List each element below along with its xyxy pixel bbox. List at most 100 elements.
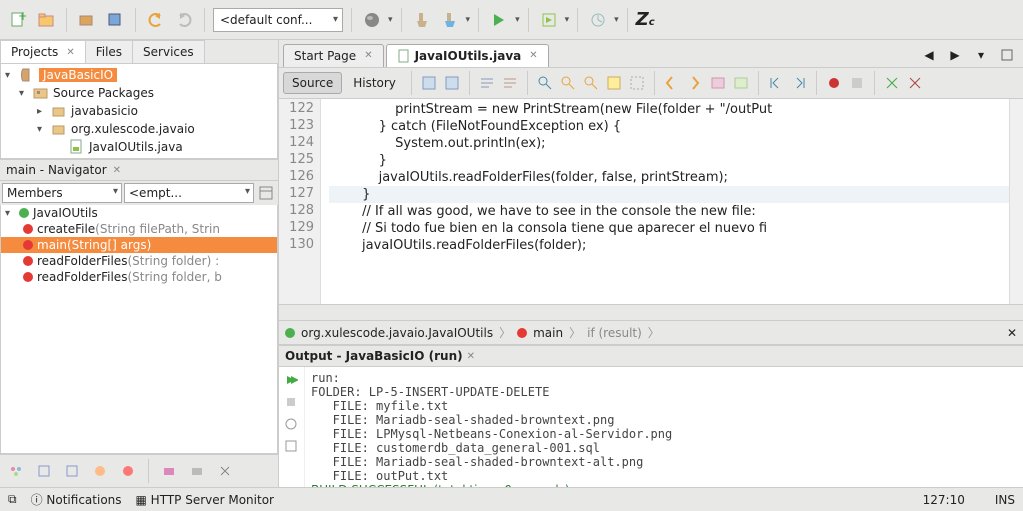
projects-tabs: Projects✕ Files Services: [0, 40, 278, 64]
package-node-2[interactable]: ▾org.xulescode.javaio: [1, 120, 277, 138]
stop-icon[interactable]: [281, 393, 301, 411]
breadcrumb-inner[interactable]: if (result): [587, 326, 642, 340]
config-combo[interactable]: <default conf...: [213, 8, 343, 32]
close-icon[interactable]: ✕: [1007, 326, 1017, 340]
cursor-position: 127:10: [923, 493, 965, 507]
source-button[interactable]: Source: [283, 72, 342, 94]
uncomment-icon[interactable]: [905, 73, 925, 93]
toolbar-icon[interactable]: [500, 73, 520, 93]
close-icon[interactable]: ✕: [467, 351, 475, 362]
toolbar-icon[interactable]: [627, 73, 647, 93]
debug-icon[interactable]: [537, 8, 561, 32]
editor-tabs: Start Page✕ JavaIOUtils.java✕ ◀ ▶ ▾: [279, 40, 1023, 68]
undo-icon[interactable]: [144, 8, 168, 32]
editor-column: Start Page✕ JavaIOUtils.java✕ ◀ ▶ ▾ Sour…: [278, 40, 1023, 487]
filter-icon[interactable]: [4, 459, 28, 483]
tab-java-file[interactable]: JavaIOUtils.java✕: [386, 44, 549, 67]
tab-list-icon[interactable]: ▾: [969, 43, 993, 67]
globe-icon[interactable]: [360, 8, 384, 32]
maximize-icon[interactable]: [995, 43, 1019, 67]
tab-projects[interactable]: Projects✕: [0, 40, 86, 63]
filter-icon[interactable]: [157, 459, 181, 483]
code-editor[interactable]: 122123124125126127128129130 printStream …: [279, 99, 1023, 304]
source-packages-node[interactable]: ▾Source Packages: [1, 84, 277, 102]
task-icon[interactable]: ⧉: [8, 492, 17, 507]
horizontal-scrollbar[interactable]: [279, 304, 1023, 320]
macro-record-icon[interactable]: [824, 73, 844, 93]
find-prev-icon[interactable]: [558, 73, 578, 93]
project-node[interactable]: ▾JavaBasicIO: [1, 66, 277, 84]
redo-icon[interactable]: [172, 8, 196, 32]
nav-method[interactable]: createFile(String filePath, Strin: [1, 221, 277, 237]
shift-left-icon[interactable]: [766, 73, 786, 93]
nav-forward-icon[interactable]: [685, 73, 705, 93]
open-icon[interactable]: [75, 8, 99, 32]
new-project-icon[interactable]: [34, 8, 58, 32]
output-text[interactable]: run: FOLDER: LP-5-INSERT-UPDATE-DELETE F…: [305, 367, 1023, 487]
left-sidebar: Projects✕ Files Services ▾JavaBasicIO ▾S…: [0, 40, 278, 487]
filter-icon[interactable]: [88, 459, 112, 483]
filter-icon[interactable]: [60, 459, 84, 483]
history-button[interactable]: History: [345, 73, 404, 93]
filter-combo[interactable]: <empt...: [124, 183, 254, 203]
shift-right-icon[interactable]: [789, 73, 809, 93]
toolbar-icon[interactable]: [708, 73, 728, 93]
breadcrumb-method[interactable]: main: [533, 326, 563, 340]
breadcrumb-class[interactable]: org.xulescode.javaio.JavaIOUtils: [301, 326, 493, 340]
nav-options-icon[interactable]: [256, 183, 276, 203]
tab-files[interactable]: Files: [85, 40, 133, 63]
save-all-icon[interactable]: [103, 8, 127, 32]
macro-stop-icon[interactable]: [847, 73, 867, 93]
close-icon[interactable]: ✕: [113, 165, 121, 176]
toolbar-icon[interactable]: [442, 73, 462, 93]
build-icon[interactable]: [410, 8, 434, 32]
output-panel: Output - JavaBasicIO (run) ✕ run: FOLDER…: [279, 345, 1023, 487]
toolbar-icon[interactable]: [419, 73, 439, 93]
close-icon[interactable]: ✕: [529, 50, 537, 61]
toggle-highlight-icon[interactable]: [604, 73, 624, 93]
navigator-body: ▾JavaIOUtils createFile(String filePath,…: [0, 205, 278, 454]
tab-start-page[interactable]: Start Page✕: [283, 44, 384, 67]
line-gutter: 122123124125126127128129130: [279, 99, 321, 304]
nav-method[interactable]: readFolderFiles(String folder, b: [1, 269, 277, 285]
filter-icon[interactable]: [185, 459, 209, 483]
output-clear-icon[interactable]: [281, 437, 301, 455]
nav-class-node[interactable]: ▾JavaIOUtils: [1, 205, 277, 221]
filter-icon[interactable]: [116, 459, 140, 483]
filter-icon[interactable]: [32, 459, 56, 483]
next-tab-icon[interactable]: ▶: [943, 43, 967, 67]
tab-services[interactable]: Services: [132, 40, 205, 63]
error-stripe[interactable]: [1009, 99, 1023, 304]
profile-icon[interactable]: [586, 8, 610, 32]
filter-icon[interactable]: [213, 459, 237, 483]
output-settings-icon[interactable]: [281, 415, 301, 433]
z-logo-icon[interactable]: Zc: [636, 9, 655, 30]
new-file-icon[interactable]: +: [6, 8, 30, 32]
java-file-node[interactable]: JavaIOUtils.java: [1, 138, 277, 156]
package-node-1[interactable]: ▸javabasicio: [1, 102, 277, 120]
toolbar-icon[interactable]: [731, 73, 751, 93]
method-icon: [23, 256, 33, 266]
class-icon: [285, 328, 295, 338]
code-content[interactable]: printStream = new PrintStream(new File(f…: [321, 99, 1009, 304]
prev-tab-icon[interactable]: ◀: [917, 43, 941, 67]
run-icon[interactable]: [487, 8, 511, 32]
comment-icon[interactable]: [882, 73, 902, 93]
find-next-icon[interactable]: [581, 73, 601, 93]
http-monitor-button[interactable]: ▦ HTTP Server Monitor: [136, 493, 274, 507]
nav-back-icon[interactable]: [662, 73, 682, 93]
status-bar: ⧉ ⓘ Notifications ▦ HTTP Server Monitor …: [0, 487, 1023, 511]
nav-method[interactable]: readFolderFiles(String folder) :: [1, 253, 277, 269]
toolbar-icon[interactable]: [477, 73, 497, 93]
clean-build-icon[interactable]: [438, 8, 462, 32]
method-icon: [23, 224, 33, 234]
method-icon: [23, 272, 33, 282]
rerun-icon[interactable]: [281, 371, 301, 389]
insert-mode[interactable]: INS: [995, 493, 1015, 507]
notifications-button[interactable]: ⓘ Notifications: [31, 491, 122, 508]
find-icon[interactable]: [535, 73, 555, 93]
nav-method-main[interactable]: main(String[] args): [1, 237, 277, 253]
members-combo[interactable]: Members: [2, 183, 122, 203]
close-icon[interactable]: ✕: [364, 50, 372, 61]
close-icon[interactable]: ✕: [66, 47, 74, 58]
